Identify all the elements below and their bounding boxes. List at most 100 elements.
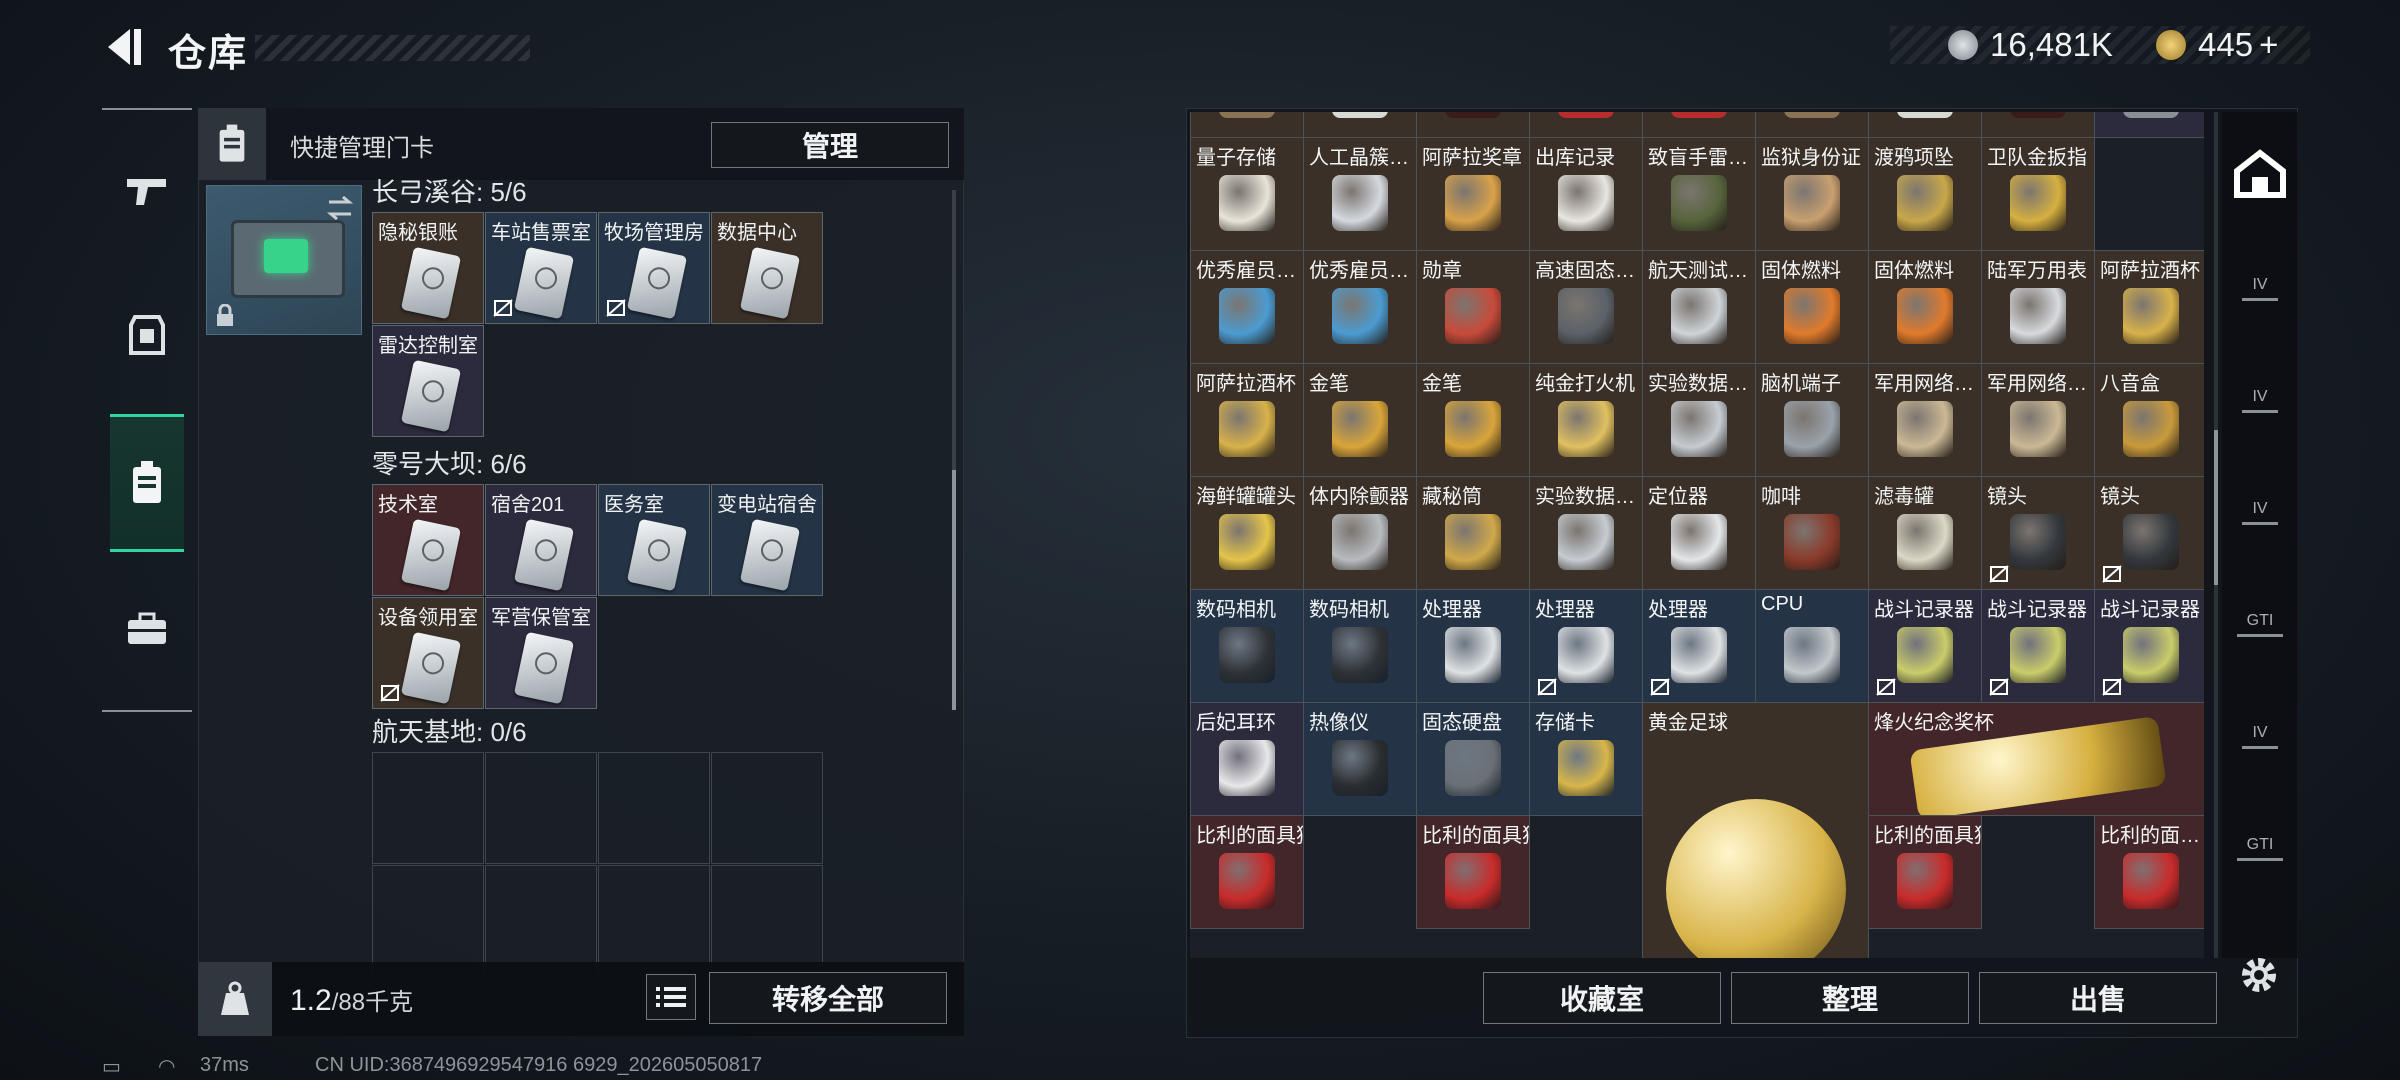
item-cell[interactable]: 金笔 xyxy=(1416,363,1530,477)
storage-box-tab[interactable]: GTI xyxy=(2222,572,2298,672)
list-view-button[interactable] xyxy=(646,974,696,1020)
item-cell[interactable]: 咖啡 xyxy=(1755,476,1869,590)
keycard-slot[interactable]: 牧场管理房 xyxy=(598,212,710,324)
empty-keycard-slot[interactable] xyxy=(485,865,597,977)
item-cell[interactable]: 陆军万用表 xyxy=(1981,250,2095,364)
item-cell[interactable]: 比利的面具狼 xyxy=(1868,815,1982,929)
trophy-item[interactable]: 烽火纪念奖杯 xyxy=(1868,702,2204,816)
keycard-slot[interactable]: 技术室 xyxy=(372,484,484,596)
swap-icon[interactable] xyxy=(325,194,355,222)
item-cell[interactable]: 比利的面… xyxy=(2094,815,2204,929)
keycard-slot[interactable]: 变电站宿舍 xyxy=(711,484,823,596)
add-gold-button[interactable]: + xyxy=(2259,26,2278,64)
empty-keycard-slot[interactable] xyxy=(372,865,484,977)
settings-button[interactable] xyxy=(2236,952,2284,1000)
item-cell[interactable] xyxy=(1642,112,1756,138)
item-cell[interactable]: 监狱身份证 xyxy=(1755,137,1869,251)
item-cell[interactable]: 海鲜罐罐头 xyxy=(1190,476,1304,590)
left-scrollbar-thumb[interactable] xyxy=(952,470,956,710)
item-cell[interactable] xyxy=(1190,112,1304,138)
item-cell[interactable]: 固体燃料 xyxy=(1868,250,1982,364)
item-cell[interactable]: 军用网络… xyxy=(1868,363,1982,477)
storage-box-tab[interactable]: IV xyxy=(2222,460,2298,560)
item-cell[interactable]: 纯金打火机 xyxy=(1529,363,1643,477)
item-cell[interactable]: 数码相机 xyxy=(1303,589,1417,703)
item-cell[interactable]: 军用网络… xyxy=(1981,363,2095,477)
keycard-slot[interactable]: 雷达控制室 xyxy=(372,325,484,437)
item-cell[interactable]: 存储卡 xyxy=(1529,702,1643,816)
sort-button[interactable]: 整理 xyxy=(1731,972,1969,1024)
item-cell[interactable]: 脑机端子 xyxy=(1755,363,1869,477)
item-cell[interactable]: 优秀雇员… xyxy=(1303,250,1417,364)
keycard-slot[interactable]: 宿舍201 xyxy=(485,484,597,596)
collection-room-button[interactable]: 收藏室 xyxy=(1483,972,1721,1024)
item-cell[interactable] xyxy=(1755,112,1869,138)
gold-football-item[interactable]: 黄金足球 xyxy=(1642,702,1869,958)
storage-box-tab[interactable]: GTI xyxy=(2222,796,2298,896)
item-cell[interactable]: 实验数据… xyxy=(1529,476,1643,590)
item-cell[interactable]: 金笔 xyxy=(1303,363,1417,477)
item-cell[interactable]: 渡鸦项坠 xyxy=(1868,137,1982,251)
item-cell[interactable]: 处理器 xyxy=(1642,589,1756,703)
item-cell[interactable] xyxy=(1303,112,1417,138)
item-cell[interactable]: 战斗记录器 xyxy=(1868,589,1982,703)
item-cell[interactable]: 战斗记录器 xyxy=(1981,589,2095,703)
keycard-slot[interactable]: 医务室 xyxy=(598,484,710,596)
back-button[interactable] xyxy=(100,25,144,69)
empty-keycard-slot[interactable] xyxy=(711,752,823,864)
empty-keycard-slot[interactable] xyxy=(372,752,484,864)
storage-box-tab[interactable]: IV xyxy=(2222,684,2298,784)
item-cell[interactable]: 固体燃料 xyxy=(1755,250,1869,364)
currency-gold[interactable]: 445 + xyxy=(2156,26,2278,64)
item-cell[interactable]: 卫队金扳指 xyxy=(1981,137,2095,251)
keycard-slot[interactable]: 隐秘银账 xyxy=(372,212,484,324)
item-cell[interactable]: 阿萨拉酒杯 xyxy=(1190,363,1304,477)
item-cell[interactable]: 数码相机 xyxy=(1190,589,1304,703)
item-cell[interactable]: 致盲手雷… xyxy=(1642,137,1756,251)
item-cell[interactable] xyxy=(1529,112,1643,138)
toolbox-tab[interactable] xyxy=(110,586,184,672)
keycard-slot[interactable]: 车站售票室 xyxy=(485,212,597,324)
item-cell[interactable]: 航天测试… xyxy=(1642,250,1756,364)
item-cell[interactable]: 阿萨拉奖章 xyxy=(1416,137,1530,251)
item-cell[interactable] xyxy=(1981,112,2095,138)
item-cell[interactable]: 量子存储 xyxy=(1190,137,1304,251)
item-cell[interactable]: 固态硬盘 xyxy=(1416,702,1530,816)
item-cell[interactable]: 比利的面具狼 xyxy=(1190,815,1304,929)
item-cell[interactable]: 优秀雇员… xyxy=(1190,250,1304,364)
item-cell[interactable]: 出库记录 xyxy=(1529,137,1643,251)
weapon-tab[interactable] xyxy=(110,148,184,234)
keycard-tab[interactable] xyxy=(110,414,184,552)
keycard-slot[interactable]: 设备领用室 xyxy=(372,597,484,709)
item-cell[interactable] xyxy=(1868,112,1982,138)
item-cell[interactable]: 阿萨拉酒杯 xyxy=(2094,250,2204,364)
empty-keycard-slot[interactable] xyxy=(598,865,710,977)
item-cell[interactable]: 热像仪 xyxy=(1303,702,1417,816)
home-storage-tab[interactable] xyxy=(2222,124,2298,224)
item-cell[interactable]: 镜头 xyxy=(1981,476,2095,590)
item-cell[interactable] xyxy=(1416,112,1530,138)
item-cell[interactable]: 镜头 xyxy=(2094,476,2204,590)
item-cell[interactable]: 处理器 xyxy=(1529,589,1643,703)
item-cell[interactable]: 后妃耳环 xyxy=(1190,702,1304,816)
armor-tab[interactable] xyxy=(110,292,184,378)
item-cell[interactable]: 定位器 xyxy=(1642,476,1756,590)
item-cell[interactable]: 处理器 xyxy=(1416,589,1530,703)
keycard-slot[interactable]: 数据中心 xyxy=(711,212,823,324)
item-cell[interactable]: 实验数据… xyxy=(1642,363,1756,477)
item-cell[interactable]: 比利的面具狼 xyxy=(1416,815,1530,929)
item-cell[interactable]: CPU xyxy=(1755,589,1869,703)
item-cell[interactable] xyxy=(2094,112,2204,138)
item-cell[interactable]: 勋章 xyxy=(1416,250,1530,364)
currency-silver[interactable]: 16,481K xyxy=(1948,26,2113,64)
item-cell[interactable]: 体内除颤器 xyxy=(1303,476,1417,590)
item-cell[interactable]: 战斗记录器 xyxy=(2094,589,2204,703)
item-cell[interactable]: 八音盒 xyxy=(2094,363,2204,477)
sell-button[interactable]: 出售 xyxy=(1979,972,2217,1024)
keycard-slot[interactable]: 军营保管室 xyxy=(485,597,597,709)
storage-box-tab[interactable]: IV xyxy=(2222,348,2298,448)
item-cell[interactable]: 滤毒罐 xyxy=(1868,476,1982,590)
right-scrollbar-thumb[interactable] xyxy=(2214,430,2218,585)
keycard-case[interactable] xyxy=(206,185,362,335)
empty-keycard-slot[interactable] xyxy=(711,865,823,977)
